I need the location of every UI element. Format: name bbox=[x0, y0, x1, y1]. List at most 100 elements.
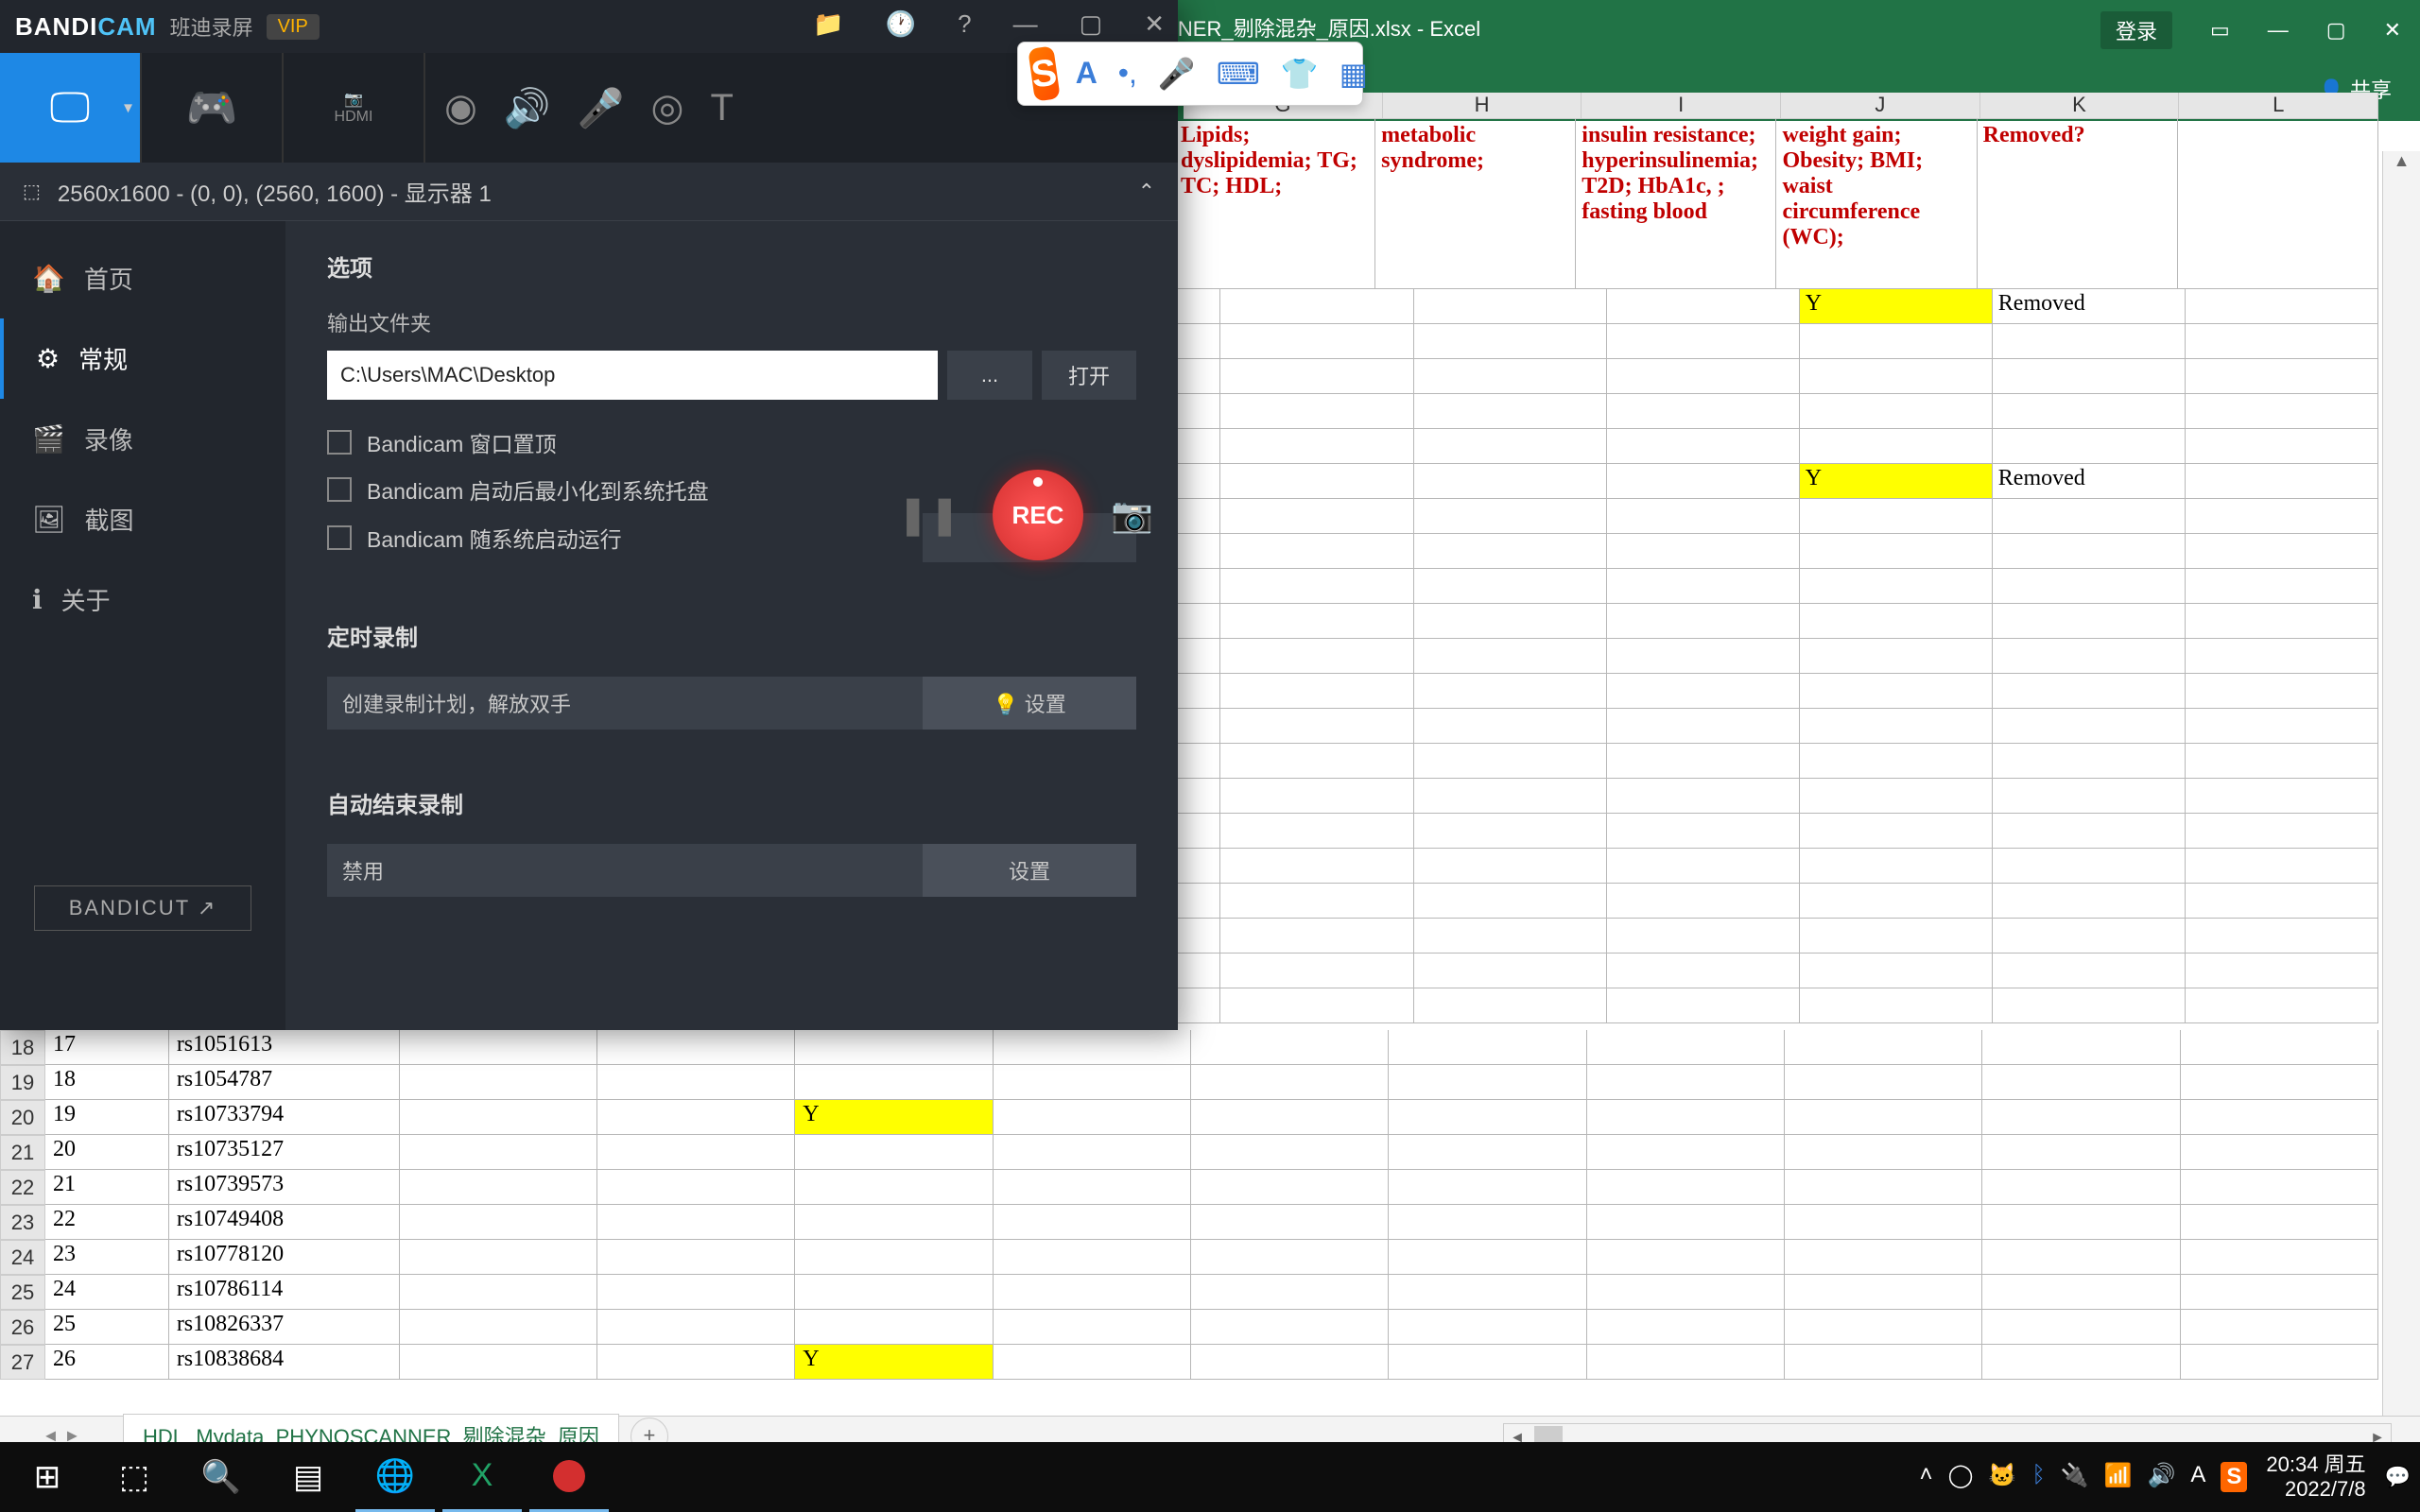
system-tray[interactable]: ˄ ◯ 🐱 ᛒ 🔌 📶 🔊 A S bbox=[1920, 1462, 2248, 1492]
header-i[interactable]: insulin resistance; hyperinsulinemia; T2… bbox=[1576, 119, 1776, 289]
cell[interactable] bbox=[1587, 1345, 1785, 1380]
cell[interactable] bbox=[1587, 1310, 1785, 1345]
cell[interactable] bbox=[1607, 359, 1800, 394]
cell[interactable] bbox=[400, 1030, 597, 1065]
cell[interactable]: rs10739573 bbox=[169, 1170, 400, 1205]
cell[interactable] bbox=[1607, 954, 1800, 988]
tray-app-icon[interactable]: ◯ bbox=[1948, 1462, 1974, 1492]
cell[interactable] bbox=[2186, 569, 2378, 604]
cell[interactable] bbox=[597, 1205, 795, 1240]
cell[interactable] bbox=[1220, 674, 1413, 709]
tray-ime-a-icon[interactable]: A bbox=[2190, 1462, 2205, 1492]
cell[interactable] bbox=[2186, 674, 2378, 709]
row-number[interactable]: 25 bbox=[0, 1275, 45, 1310]
browse-button[interactable]: ... bbox=[947, 351, 1032, 400]
close-icon[interactable]: ✕ bbox=[2384, 18, 2401, 43]
col-k[interactable]: K bbox=[1980, 93, 2180, 119]
cell[interactable] bbox=[1414, 534, 1607, 569]
cell[interactable] bbox=[1220, 954, 1413, 988]
cell[interactable] bbox=[1176, 814, 1220, 849]
cell[interactable] bbox=[2186, 919, 2378, 954]
col-i[interactable]: I bbox=[1582, 93, 1781, 119]
maximize-icon[interactable]: ▢ bbox=[1080, 9, 1103, 39]
cell[interactable] bbox=[1982, 1310, 2180, 1345]
cell[interactable]: 24 bbox=[45, 1275, 169, 1310]
cell[interactable] bbox=[1191, 1065, 1389, 1100]
cell[interactable] bbox=[1993, 569, 2186, 604]
cell[interactable] bbox=[1785, 1135, 1982, 1170]
cell[interactable] bbox=[1993, 639, 2186, 674]
cell[interactable] bbox=[795, 1275, 993, 1310]
cell[interactable]: 21 bbox=[45, 1170, 169, 1205]
cell[interactable] bbox=[597, 1135, 795, 1170]
cell[interactable] bbox=[1220, 604, 1413, 639]
cell[interactable] bbox=[1414, 779, 1607, 814]
cell[interactable]: rs1051613 bbox=[169, 1030, 400, 1065]
ime-a-icon[interactable]: A bbox=[1076, 56, 1098, 92]
cell[interactable] bbox=[1785, 1100, 1982, 1135]
cell[interactable] bbox=[1785, 1205, 1982, 1240]
help-icon[interactable]: ? bbox=[958, 9, 971, 39]
cell[interactable] bbox=[2186, 499, 2378, 534]
cell[interactable] bbox=[1982, 1240, 2180, 1275]
cell[interactable]: rs10733794 bbox=[169, 1100, 400, 1135]
cell[interactable]: 17 bbox=[45, 1030, 169, 1065]
cell[interactable] bbox=[1414, 569, 1607, 604]
cell[interactable] bbox=[1389, 1030, 1586, 1065]
cell[interactable] bbox=[1414, 464, 1607, 499]
cell[interactable] bbox=[1389, 1205, 1586, 1240]
cell[interactable] bbox=[1414, 429, 1607, 464]
cell[interactable] bbox=[1414, 814, 1607, 849]
cell[interactable] bbox=[1800, 988, 1993, 1023]
cell[interactable] bbox=[1587, 1240, 1785, 1275]
cell[interactable] bbox=[2181, 1205, 2378, 1240]
cell[interactable] bbox=[1993, 849, 2186, 884]
cell[interactable] bbox=[1176, 289, 1220, 324]
cell[interactable] bbox=[1993, 604, 2186, 639]
cell[interactable] bbox=[1785, 1275, 1982, 1310]
row-number[interactable]: 20 bbox=[0, 1100, 45, 1135]
cell[interactable] bbox=[1176, 324, 1220, 359]
game-mode-tab[interactable]: 🎮 bbox=[142, 53, 282, 163]
cell[interactable] bbox=[1993, 954, 2186, 988]
cell[interactable] bbox=[1176, 429, 1220, 464]
cell[interactable] bbox=[1389, 1170, 1586, 1205]
cell[interactable] bbox=[1176, 569, 1220, 604]
cell[interactable] bbox=[1993, 359, 2186, 394]
cell[interactable] bbox=[1607, 604, 1800, 639]
cell[interactable] bbox=[1191, 1030, 1389, 1065]
cell[interactable] bbox=[795, 1240, 993, 1275]
cell[interactable] bbox=[1800, 639, 1993, 674]
checkbox-on-top[interactable]: Bandicam 窗口置顶 bbox=[327, 419, 1136, 466]
cell[interactable] bbox=[597, 1310, 795, 1345]
header-j[interactable]: weight gain; Obesity; BMI; waist circumf… bbox=[1776, 119, 1977, 289]
cell[interactable] bbox=[1389, 1345, 1586, 1380]
sidebar-item-home[interactable]: 🏠首页 bbox=[0, 238, 285, 318]
cell[interactable] bbox=[1389, 1065, 1586, 1100]
cell[interactable] bbox=[1982, 1205, 2180, 1240]
cell[interactable] bbox=[1414, 499, 1607, 534]
cell[interactable] bbox=[1176, 849, 1220, 884]
cell[interactable] bbox=[1800, 849, 1993, 884]
cell[interactable] bbox=[1191, 1205, 1389, 1240]
cell[interactable] bbox=[1220, 534, 1413, 569]
cell[interactable] bbox=[2181, 1310, 2378, 1345]
cell[interactable] bbox=[1800, 744, 1993, 779]
row-number[interactable]: 26 bbox=[0, 1310, 45, 1345]
bandicam-button[interactable] bbox=[529, 1442, 609, 1512]
cell[interactable] bbox=[1785, 1310, 1982, 1345]
cell[interactable] bbox=[1220, 324, 1413, 359]
text-icon[interactable]: T bbox=[710, 87, 733, 129]
cell[interactable] bbox=[1607, 988, 1800, 1023]
cell[interactable] bbox=[2181, 1170, 2378, 1205]
cell[interactable] bbox=[1389, 1310, 1586, 1345]
cell[interactable] bbox=[1982, 1170, 2180, 1205]
cell[interactable]: 18 bbox=[45, 1065, 169, 1100]
cell[interactable] bbox=[1414, 324, 1607, 359]
row-number[interactable]: 24 bbox=[0, 1240, 45, 1275]
cell[interactable] bbox=[1993, 884, 2186, 919]
cell[interactable]: rs1054787 bbox=[169, 1065, 400, 1100]
chevron-up-icon[interactable]: ⌃ bbox=[1138, 180, 1155, 204]
cell[interactable] bbox=[1587, 1100, 1785, 1135]
cell[interactable] bbox=[400, 1065, 597, 1100]
